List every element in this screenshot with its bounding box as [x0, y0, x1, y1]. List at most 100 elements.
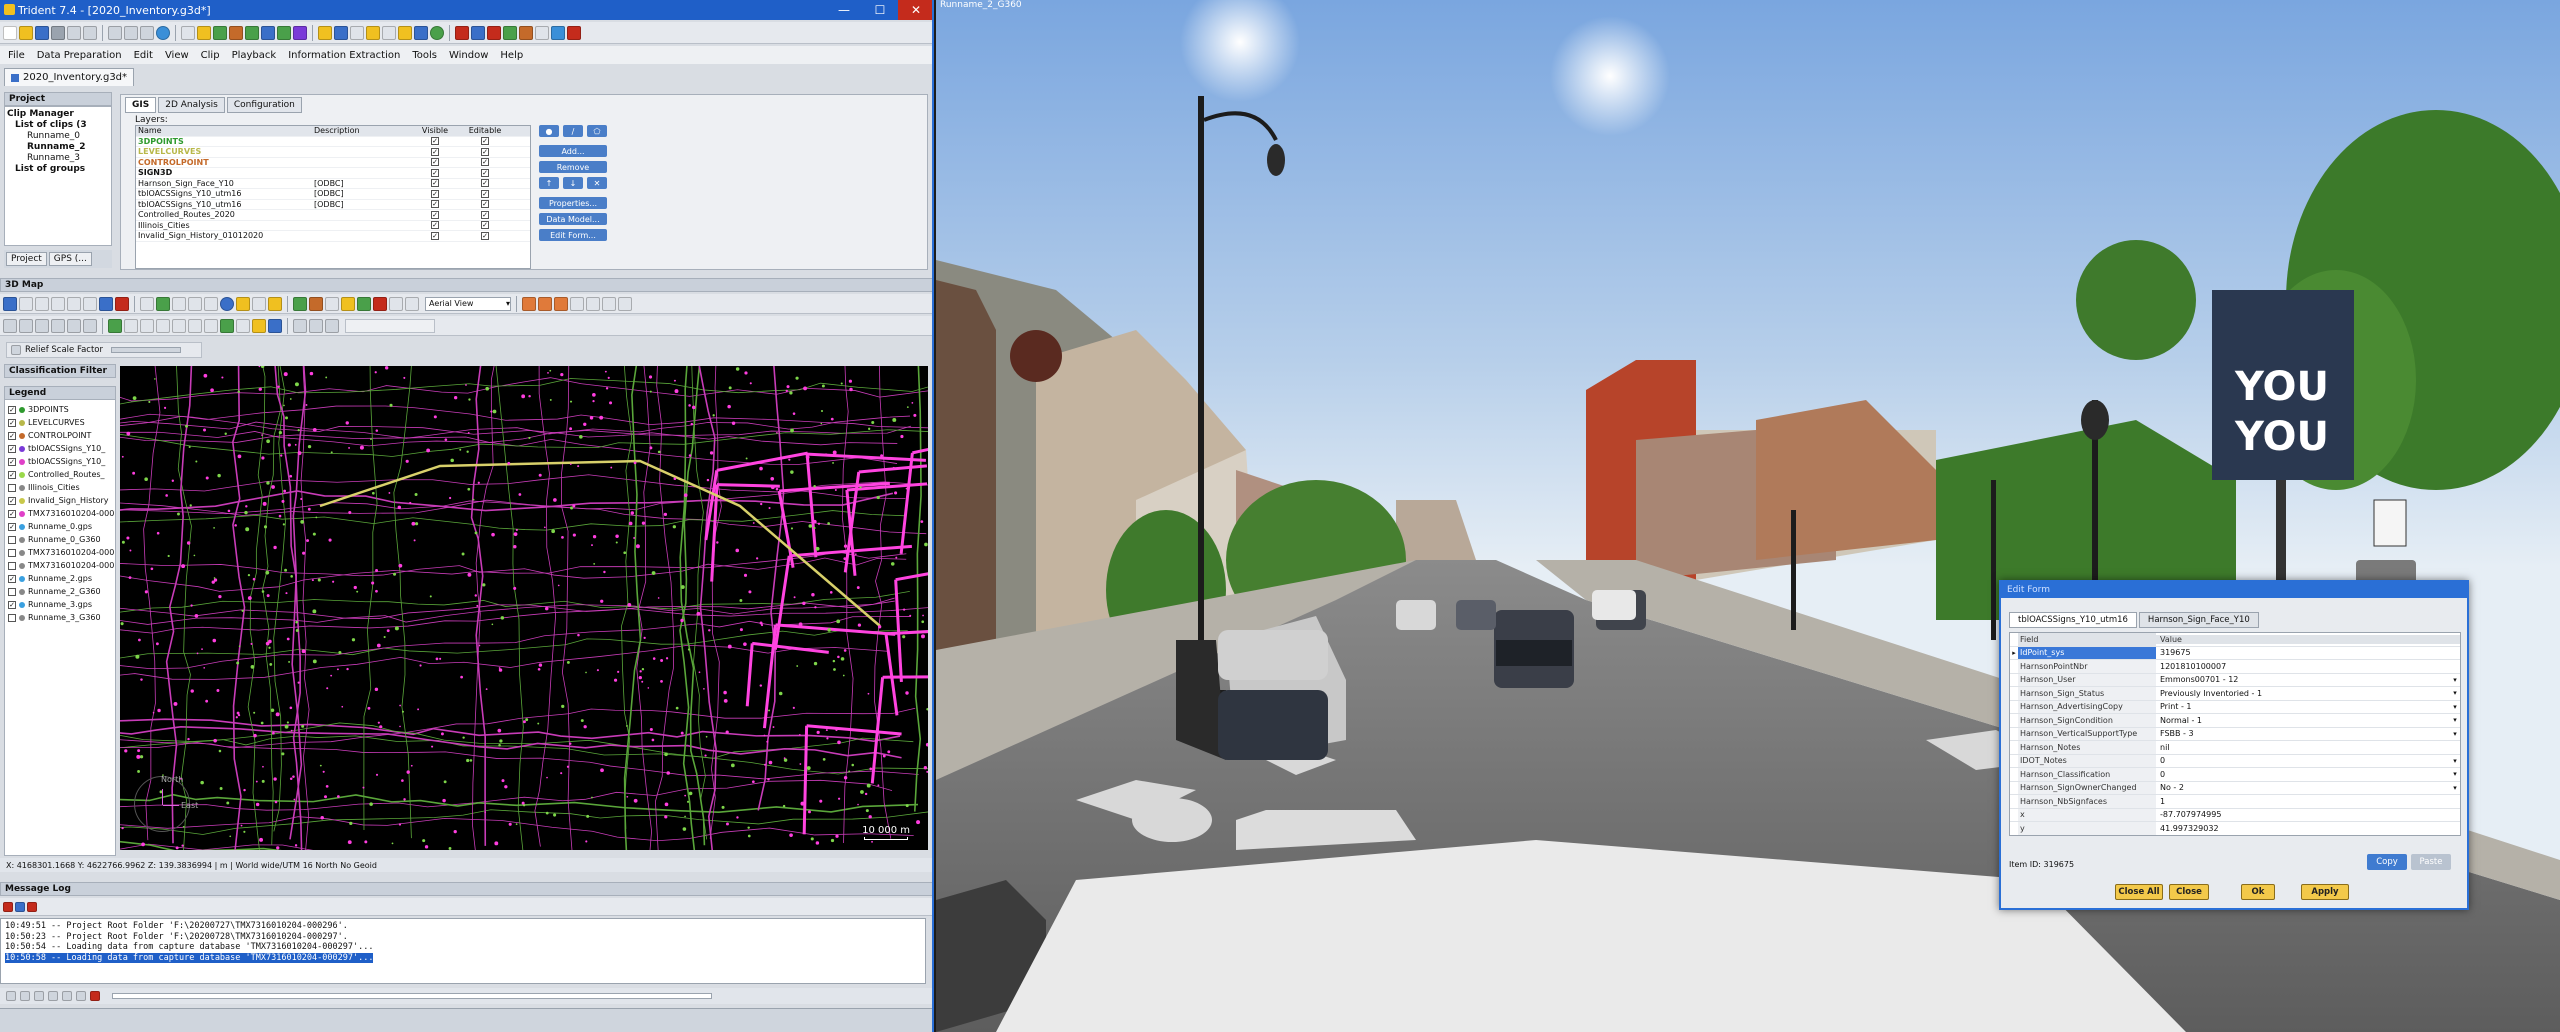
close-form-button[interactable]: Close [2169, 884, 2209, 900]
legend-checkbox[interactable]: ✓ [8, 574, 16, 583]
legend-item[interactable]: ✓ Runname_0.gps [5, 520, 115, 533]
visible-checkbox[interactable]: ✓ [431, 147, 439, 156]
draw-line-icon[interactable] [268, 296, 282, 311]
attribute-value[interactable]: Normal - 1 [2156, 716, 2450, 725]
attribute-value[interactable]: Previously Inventoried - 1 [2156, 689, 2450, 698]
legend-item[interactable]: TMX7316010204-000 [5, 559, 115, 572]
open-icon[interactable] [19, 25, 33, 40]
close-all-button[interactable]: Close All [2115, 884, 2163, 900]
legend-checkbox[interactable]: ✓ [8, 431, 16, 440]
zoom-icon[interactable] [382, 25, 396, 40]
tree-item-runname-0[interactable]: Runname_0 [7, 131, 109, 142]
editable-checkbox[interactable]: ✓ [481, 221, 489, 230]
log-line-selected[interactable]: 10:50:58 -- Loading data from capture da… [5, 952, 374, 963]
layout-icon[interactable] [618, 296, 632, 311]
editable-checkbox[interactable]: ✓ [481, 210, 489, 219]
track-icon[interactable] [309, 296, 323, 311]
menu-information-extraction[interactable]: Information Extraction [288, 50, 400, 61]
split-icon[interactable] [586, 296, 600, 311]
playback-slider[interactable] [112, 993, 712, 999]
layer-row[interactable]: Controlled_Routes_2020 ✓ ✓ [136, 210, 530, 221]
editable-checkbox[interactable]: ✓ [481, 231, 489, 240]
legend-checkbox[interactable]: ✓ [8, 418, 16, 427]
tab-tbloacssigns[interactable]: tblOACSSigns_Y10_utm16 [2009, 612, 2137, 628]
visible-checkbox[interactable]: ✓ [431, 158, 439, 167]
dropdown-chevron-icon[interactable]: ▾ [2450, 757, 2460, 765]
layers-col-name[interactable]: Name [136, 126, 314, 135]
merge-icon[interactable] [35, 318, 49, 333]
measure-icon[interactable] [366, 25, 380, 40]
layer-row[interactable]: LEVELCURVES ✓ ✓ [136, 147, 530, 158]
copy-button[interactable]: Copy [2367, 854, 2407, 870]
folder-icon[interactable] [197, 25, 211, 40]
route-icon[interactable] [503, 25, 517, 40]
snap-line-icon[interactable] [236, 318, 250, 333]
tab-harnson-sign-face[interactable]: Harnson_Sign_Face_Y10 [2138, 612, 2259, 628]
dropdown-chevron-icon[interactable]: ▾ [2450, 770, 2460, 778]
filter-log-icon[interactable] [27, 901, 37, 912]
photo-icon[interactable] [522, 296, 536, 311]
tab-gis[interactable]: GIS [125, 97, 157, 113]
menu-tools[interactable]: Tools [412, 50, 437, 61]
minimize-button[interactable]: — [826, 0, 862, 20]
menu-edit[interactable]: Edit [134, 50, 153, 61]
snap-icon[interactable] [252, 296, 266, 311]
new-icon[interactable] [3, 25, 17, 40]
layer-row[interactable]: tblOACSSigns_Y10_utm16 [ODBC] ✓ ✓ [136, 200, 530, 210]
layer-delete-button[interactable]: ✕ [587, 177, 607, 189]
attribute-row[interactable]: Harnson_Sign_Status Previously Inventorie… [2010, 687, 2460, 701]
rotate-feature-icon[interactable] [156, 318, 170, 333]
legend-item[interactable]: Runname_0_G360 [5, 533, 115, 546]
visible-checkbox[interactable]: ✓ [431, 210, 439, 219]
attribute-row[interactable]: Harnson_VerticalSupportType FSBB - 3 ▾ [2010, 727, 2460, 741]
pan-icon[interactable] [318, 25, 332, 40]
mosaic-icon[interactable] [602, 296, 616, 311]
map-3d-view[interactable]: North East 10 000 m [120, 366, 928, 850]
layer-row[interactable]: Harnson_Sign_Face_Y10 [ODBC] ✓ ✓ [136, 179, 530, 189]
attribute-row[interactable]: Harnson_AdvertisingCopy Print - 1 ▾ [2010, 700, 2460, 714]
panorama-icon[interactable] [554, 296, 568, 311]
attribute-value[interactable]: -87.707974995 [2156, 810, 2450, 819]
legend-checkbox[interactable]: ✓ [8, 405, 16, 414]
legend-item[interactable]: ✓ Controlled_Routes_ [5, 468, 115, 481]
dropdown-chevron-icon[interactable]: ▾ [2450, 676, 2460, 684]
measure-input[interactable] [345, 318, 435, 333]
move-icon[interactable] [140, 296, 154, 311]
layers-col-editable[interactable]: Editable [460, 126, 510, 135]
copy-icon[interactable] [124, 25, 138, 40]
trim-icon[interactable] [83, 318, 97, 333]
grid-icon[interactable] [245, 25, 259, 40]
record-button-icon[interactable] [90, 991, 100, 1001]
save-log-icon[interactable] [15, 901, 25, 912]
legend-item[interactable]: Runname_2_G360 [5, 585, 115, 598]
snap-point-icon[interactable] [220, 318, 234, 333]
move-down-button[interactable]: ↓ [563, 177, 583, 189]
dropdown-chevron-icon[interactable]: ▾ [2450, 703, 2460, 711]
tile-icon[interactable] [570, 296, 584, 311]
tree-item-runname-3[interactable]: Runname_3 [7, 153, 109, 164]
tree-item-list-of-clips[interactable]: List of clips (3 [7, 120, 109, 131]
menu-playback[interactable]: Playback [232, 50, 277, 61]
clear-log-icon[interactable] [3, 901, 13, 912]
classification-filter-header[interactable]: Classification Filter [4, 364, 116, 378]
attribute-row[interactable]: HarnsonPointNbr 1201810100007 [2010, 660, 2460, 674]
delete-icon[interactable] [567, 25, 581, 40]
legend-checkbox[interactable]: ✓ [8, 522, 16, 531]
globe-icon[interactable] [334, 25, 348, 40]
tree-item-runname-2[interactable]: Runname_2 [7, 142, 109, 153]
scale-feature-icon[interactable] [172, 318, 186, 333]
marker-icon[interactable] [487, 25, 501, 40]
visible-checkbox[interactable]: ✓ [431, 137, 439, 146]
last-frame-icon[interactable] [76, 991, 86, 1001]
cut-line-icon[interactable] [51, 318, 65, 333]
dropdown-chevron-icon[interactable]: ▾ [2450, 716, 2460, 724]
layer-row[interactable]: 3DPOINTS ✓ ✓ [136, 137, 530, 147]
camera-icon[interactable] [471, 25, 485, 40]
step-forward-icon[interactable] [34, 991, 44, 1001]
redo-icon[interactable] [83, 25, 97, 40]
add-layer-button[interactable]: Add... [539, 145, 607, 157]
edit-form-button[interactable]: Edit Form... [539, 229, 607, 241]
help-icon[interactable] [156, 25, 170, 40]
legend-checkbox[interactable]: ✓ [8, 600, 16, 609]
pan-hand-icon[interactable] [19, 296, 33, 311]
